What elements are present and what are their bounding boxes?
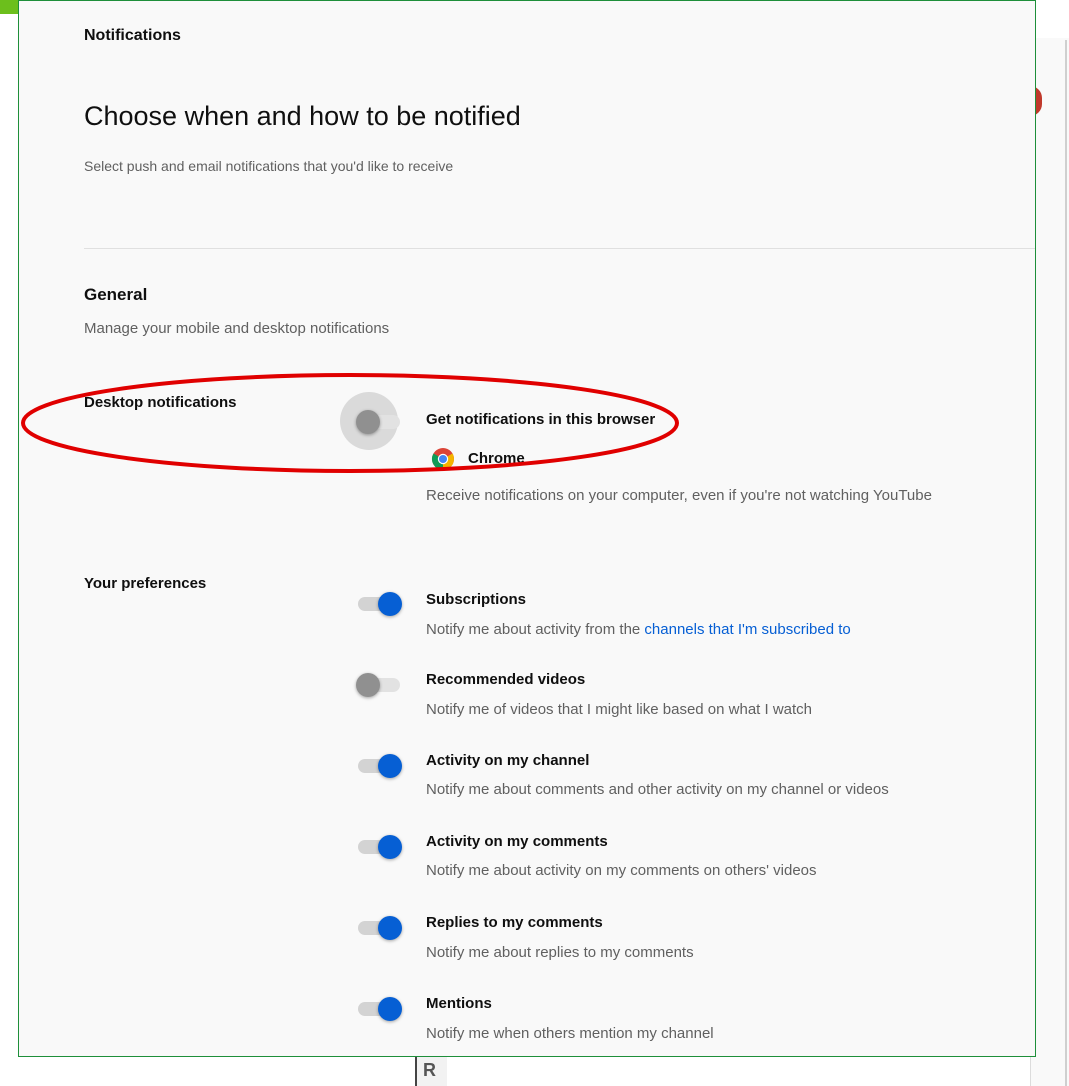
desktop-notifications-description: Receive notifications on your computer, … [426, 487, 932, 504]
subscribed-channels-link[interactable]: channels that I'm subscribed to [644, 621, 850, 638]
replies-to-comments-title: Replies to my comments [426, 914, 603, 931]
mentions-title: Mentions [426, 995, 492, 1012]
replies-to-comments-description: Notify me about replies to my comments [426, 944, 694, 961]
activity-on-comments-title: Activity on my comments [426, 833, 608, 850]
background-window-edge [1065, 40, 1067, 1086]
recommended-videos-title: Recommended videos [426, 671, 586, 688]
desktop-notifications-title: Get notifications in this browser [426, 411, 656, 428]
toggle-knob [378, 592, 402, 616]
toggle-knob [378, 835, 402, 859]
page-subtitle: Select push and email notifications that… [84, 158, 454, 174]
mentions-toggle[interactable] [356, 997, 402, 1021]
page-breadcrumb: Notifications [84, 27, 181, 44]
preferences-label: Your preferences [84, 575, 207, 592]
activity-on-channel-description: Notify me about comments and other activ… [426, 781, 889, 798]
page-title: Choose when and how to be notified [84, 101, 521, 131]
background-text-fragment: R [415, 1056, 447, 1086]
mentions-description: Notify me when others mention my channel [426, 1025, 714, 1042]
subscriptions-description: Notify me about activity from the channe… [426, 621, 851, 638]
activity-on-comments-description: Notify me about activity on my comments … [426, 862, 817, 879]
toggle-knob [378, 916, 402, 940]
activity-on-comments-toggle[interactable] [356, 835, 402, 859]
subscriptions-toggle[interactable] [356, 592, 402, 616]
subscriptions-description-text: Notify me about activity from the [426, 621, 645, 638]
desktop-notifications-label: Desktop notifications [84, 394, 237, 411]
toggle-knob [378, 754, 402, 778]
toggle-knob [356, 410, 380, 434]
activity-on-channel-toggle[interactable] [356, 754, 402, 778]
general-section-title: General [84, 285, 148, 304]
recommended-videos-description: Notify me of videos that I might like ba… [426, 701, 813, 718]
activity-on-channel-title: Activity on my channel [426, 752, 590, 769]
background-letter: R [423, 1060, 436, 1080]
general-section-subtitle: Manage your mobile and desktop notificat… [84, 320, 390, 337]
subscriptions-title: Subscriptions [426, 591, 527, 608]
recommended-videos-toggle[interactable] [356, 673, 400, 697]
chrome-icon [432, 448, 454, 470]
toggle-knob [378, 997, 402, 1021]
chrome-browser-label: Chrome [468, 450, 525, 467]
desktop-notifications-toggle[interactable] [340, 392, 400, 450]
notifications-settings-panel: Notifications Choose when and how to be … [18, 0, 1036, 1057]
replies-to-comments-toggle[interactable] [356, 916, 402, 940]
toggle-knob [356, 673, 380, 697]
section-divider [84, 248, 1035, 249]
